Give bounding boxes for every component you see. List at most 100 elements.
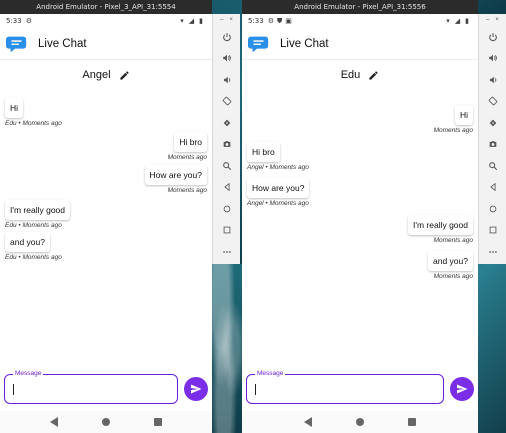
left-peer-name: Angel [82, 69, 111, 81]
volume-down-icon[interactable] [485, 69, 501, 91]
settings-gear-icon: ⚙ [267, 17, 275, 25]
left-status-time: 5:33 [6, 17, 22, 25]
message-meta: Edu • Moments ago [5, 254, 62, 261]
camera-icon[interactable] [219, 134, 235, 156]
back-icon[interactable] [485, 177, 501, 199]
signal-icon: ◢ [188, 17, 195, 25]
right-statusbar: 5:33 ⚙ ⛊ ▣ ▾ ◢ ▮ [242, 14, 478, 28]
right-appbar: Live Chat [242, 28, 478, 60]
edit-pencil-icon[interactable] [368, 70, 379, 81]
right-peer-header: Edu [242, 60, 478, 90]
message-item: I'm really good Edu • Moments ago [5, 200, 71, 229]
message-item: Hi Moments ago [434, 105, 473, 134]
home-icon[interactable] [485, 198, 501, 220]
message-meta: Edu • Moments ago [5, 120, 62, 127]
right-emulator-titlebar: Android Emulator - Pixel_API_31:5556 [242, 0, 478, 14]
camera-icon[interactable] [485, 134, 501, 156]
back-icon[interactable] [219, 177, 235, 199]
overview-icon[interactable] [485, 220, 501, 242]
message-item: I'm really good Moments ago [407, 215, 473, 244]
close-icon[interactable]: × [495, 17, 499, 23]
rotate-left-icon[interactable] [485, 91, 501, 113]
text-caret [13, 384, 14, 395]
message-item: How are you? Moments ago [144, 165, 207, 194]
left-toolbar-window-controls: – × [220, 14, 233, 26]
send-icon [191, 384, 202, 394]
left-emulator-titlebar: Android Emulator - Pixel_3_API_31:5554 [0, 0, 212, 14]
message-item: Hi bro Angel • Moments ago [247, 142, 309, 171]
app-notification-icon: ▣ [285, 17, 292, 25]
message-item: How are you? Angel • Moments ago [247, 178, 310, 207]
nav-recent-icon[interactable] [154, 418, 162, 426]
message-meta: Angel • Moments ago [247, 164, 309, 171]
volume-up-icon[interactable] [485, 48, 501, 70]
left-composer: Message [0, 370, 212, 404]
message-meta: Moments ago [433, 273, 473, 280]
message-bubble: Hi [454, 105, 473, 125]
settings-gear-icon: ⚙ [25, 17, 33, 25]
message-meta: Moments ago [167, 187, 207, 194]
message-bubble: Hi bro [174, 132, 207, 152]
message-bubble: How are you? [247, 178, 310, 198]
send-icon [457, 384, 468, 394]
minimize-icon[interactable]: – [486, 17, 489, 23]
message-bubble: I'm really good [407, 215, 473, 235]
chat-logo-icon [248, 36, 269, 52]
signal-icon: ◢ [454, 17, 461, 25]
more-icon[interactable] [485, 241, 501, 263]
zoom-icon[interactable] [219, 155, 235, 177]
message-input-label: Message [255, 370, 286, 377]
left-phone-screen: 5:33 ⚙ ▾ ◢ ▮ Live Chat Angel Hi Edu • Mo… [0, 14, 212, 433]
nav-recent-icon[interactable] [408, 418, 416, 426]
right-peer-name: Edu [340, 69, 361, 81]
volume-down-icon[interactable] [219, 69, 235, 91]
right-nav-bar [242, 411, 478, 433]
volume-up-icon[interactable] [219, 48, 235, 70]
nav-back-icon[interactable] [50, 417, 58, 427]
text-caret [255, 384, 256, 395]
message-bubble: I'm really good [5, 200, 71, 220]
right-composer: Message [242, 370, 478, 404]
nav-home-icon[interactable] [356, 418, 364, 426]
power-icon[interactable] [219, 26, 235, 48]
wifi-icon: ▾ [180, 17, 184, 25]
edit-pencil-icon[interactable] [119, 70, 130, 81]
minimize-icon[interactable]: – [220, 17, 223, 23]
rotate-left-icon[interactable] [219, 91, 235, 113]
left-peer-header: Angel [0, 60, 212, 90]
left-send-button[interactable] [184, 377, 208, 401]
close-icon[interactable]: × [229, 17, 233, 23]
left-nav-bar [0, 411, 212, 433]
left-appbar: Live Chat [0, 28, 212, 60]
message-bubble: How are you? [144, 165, 207, 185]
nav-home-icon[interactable] [102, 418, 110, 426]
message-item: and you? Edu • Moments ago [5, 232, 62, 261]
rotate-right-icon[interactable] [485, 112, 501, 134]
message-meta: Moments ago [433, 127, 473, 134]
rotate-right-icon[interactable] [219, 112, 235, 134]
more-icon[interactable] [219, 241, 235, 263]
battery-icon: ▮ [465, 17, 469, 25]
nav-back-icon[interactable] [304, 417, 312, 427]
message-meta: Moments ago [167, 154, 207, 161]
message-meta: Edu • Moments ago [5, 222, 62, 229]
right-window-title: Android Emulator - Pixel_API_31:5556 [294, 3, 426, 11]
chat-logo-icon [6, 36, 27, 52]
right-send-button[interactable] [450, 377, 474, 401]
power-icon[interactable] [485, 26, 501, 48]
message-bubble: and you? [428, 251, 473, 271]
message-meta: Angel • Moments ago [247, 200, 309, 207]
right-message-input[interactable]: Message [246, 370, 444, 404]
message-item: and you? Moments ago [428, 251, 473, 280]
shield-icon: ⛊ [277, 16, 283, 25]
left-message-input[interactable]: Message [4, 370, 178, 404]
zoom-icon[interactable] [485, 155, 501, 177]
message-bubble: Hi bro [247, 142, 280, 162]
right-status-time: 5:33 [248, 17, 264, 25]
right-app-title: Live Chat [280, 37, 329, 50]
overview-icon[interactable] [219, 220, 235, 242]
home-icon[interactable] [219, 198, 235, 220]
desktop-background [212, 264, 242, 433]
left-emulator-toolbar: – × [212, 14, 240, 264]
left-window-title: Android Emulator - Pixel_3_API_31:5554 [36, 3, 176, 11]
